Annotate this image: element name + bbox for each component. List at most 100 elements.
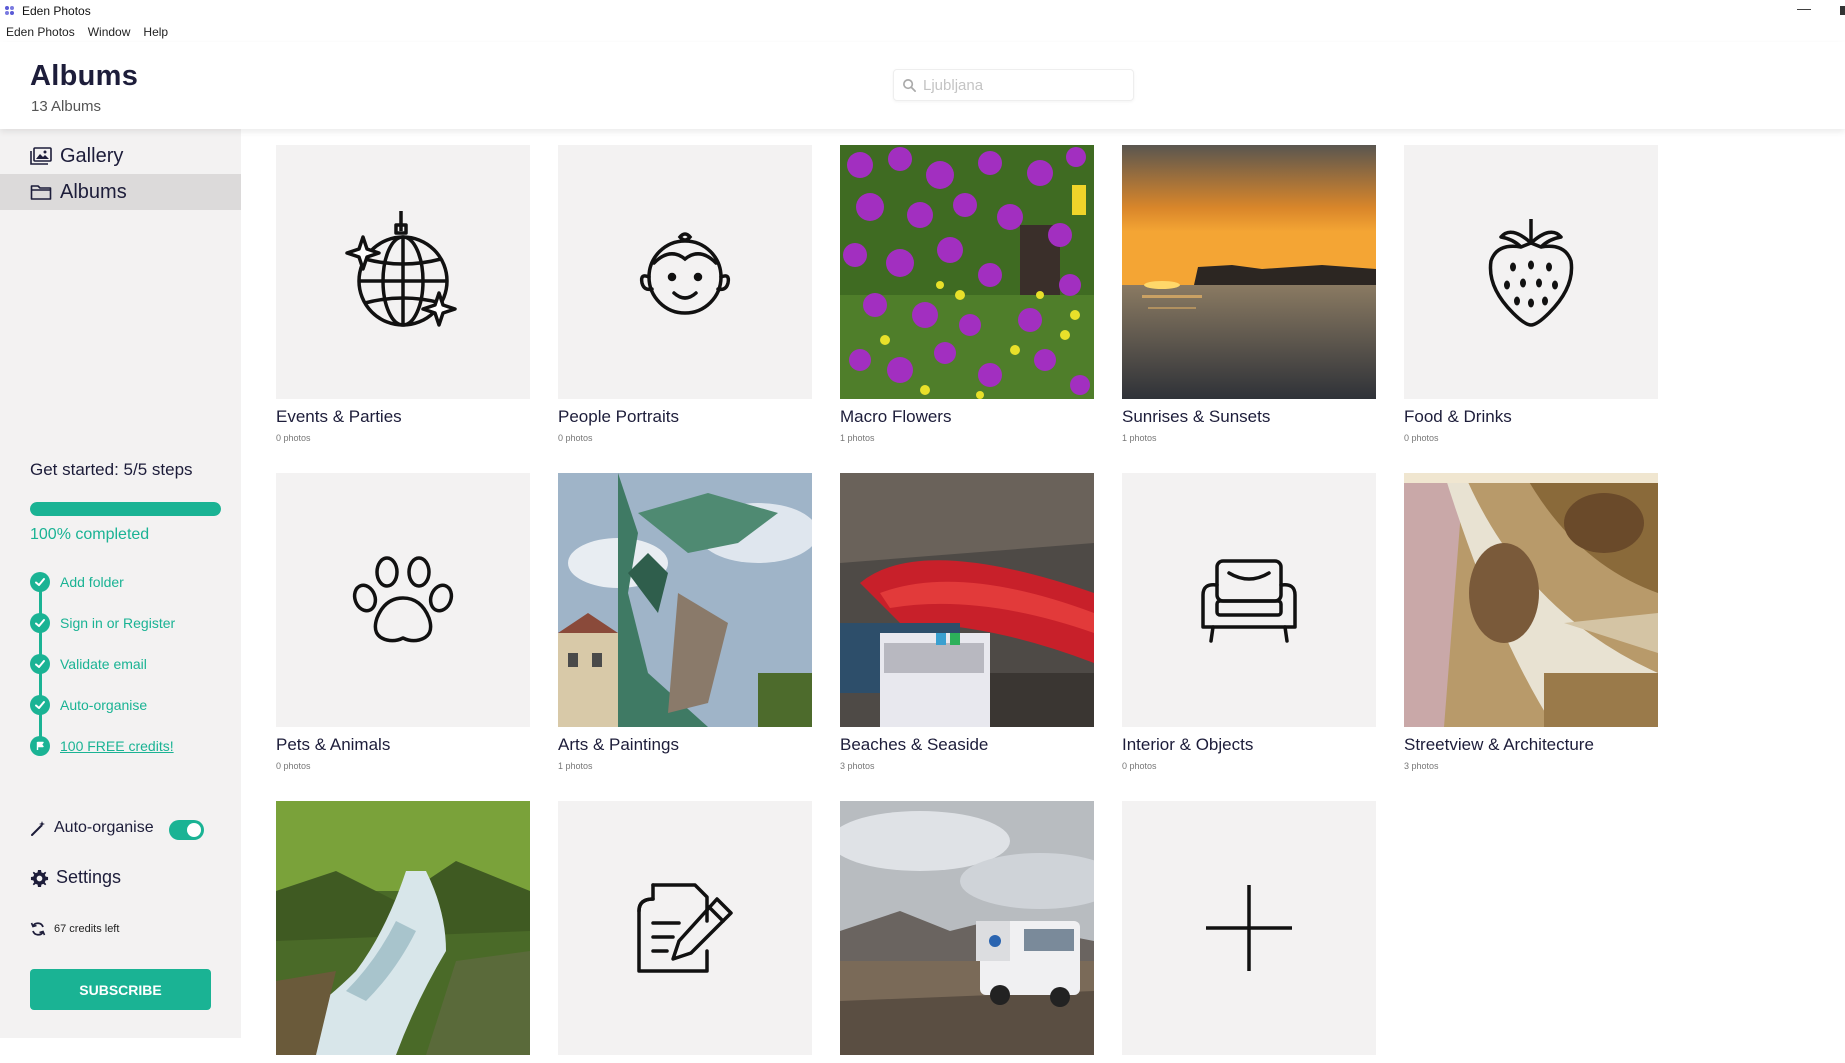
album-thumbnail bbox=[276, 145, 530, 399]
settings-label: Settings bbox=[56, 867, 122, 887]
menu-eden-photos[interactable]: Eden Photos bbox=[0, 22, 82, 42]
sidebar: Gallery Albums Get started: 5/5 steps 10… bbox=[0, 129, 241, 1038]
auto-organise-label: Auto-organise bbox=[54, 819, 154, 836]
get-started-title: Get started: 5/5 steps bbox=[30, 460, 193, 479]
album-photo-count: 0 photos bbox=[276, 761, 311, 771]
album-photo-count: 0 photos bbox=[558, 433, 593, 443]
credits-left-label: 67 credits left bbox=[54, 923, 120, 935]
strawberry-icon bbox=[1488, 219, 1574, 327]
page-header: Albums 13 Albums bbox=[0, 42, 1845, 129]
menu-bar: Eden Photos Window Help bbox=[0, 22, 175, 42]
progress-bar-fill bbox=[30, 502, 221, 516]
check-icon bbox=[30, 613, 50, 633]
album-beaches-seaside[interactable]: Beaches & Seaside 3 photos bbox=[840, 473, 1094, 771]
album-thumbnail bbox=[558, 145, 812, 399]
magic-wand-icon bbox=[31, 821, 45, 836]
album-interior-objects[interactable]: Interior & Objects 0 photos bbox=[1122, 473, 1376, 771]
disco-ball-icon bbox=[345, 211, 457, 327]
toggle-knob bbox=[187, 823, 201, 837]
album-photo-count: 1 photos bbox=[1122, 433, 1157, 443]
search-box[interactable] bbox=[893, 69, 1134, 101]
step-label: Add folder bbox=[60, 574, 124, 590]
album-count-subtitle: 13 Albums bbox=[31, 98, 102, 115]
album-arts-paintings[interactable]: Arts & Paintings 1 photos bbox=[558, 473, 812, 771]
auto-organise-toggle[interactable] bbox=[169, 820, 204, 840]
check-icon bbox=[30, 695, 50, 715]
page-title: Albums bbox=[30, 60, 139, 92]
auto-organise-row: Auto-organise bbox=[30, 817, 210, 841]
album-documents[interactable] bbox=[558, 801, 812, 1063]
album-streetview-architecture[interactable]: Streetview & Architecture 3 photos bbox=[1404, 473, 1658, 771]
armchair-icon bbox=[1201, 559, 1297, 643]
photo-baroque-ceiling bbox=[1404, 473, 1658, 727]
album-photo-count: 3 photos bbox=[840, 761, 875, 771]
app-logo-icon bbox=[5, 6, 14, 15]
subscribe-button[interactable]: SUBSCRIBE bbox=[30, 969, 211, 1010]
photo-dragon-statue bbox=[558, 473, 812, 727]
album-name: Macro Flowers bbox=[840, 407, 952, 426]
album-forest-river[interactable] bbox=[276, 801, 530, 1063]
document-edit-icon bbox=[637, 883, 733, 973]
gallery-icon bbox=[30, 147, 52, 165]
search-input[interactable] bbox=[923, 70, 1128, 100]
step-label: Auto-organise bbox=[60, 697, 148, 713]
sidebar-item-albums[interactable]: Albums bbox=[0, 174, 241, 210]
progress-bar bbox=[30, 502, 221, 516]
album-macro-flowers[interactable]: Macro Flowers 1 photos bbox=[840, 145, 1094, 443]
gear-icon bbox=[30, 869, 49, 888]
photo-sunset-sea bbox=[1122, 145, 1376, 399]
album-name: Interior & Objects bbox=[1122, 735, 1254, 754]
album-food-drinks[interactable]: Food & Drinks 0 photos bbox=[1404, 145, 1658, 443]
album-people-portraits[interactable]: People Portraits 0 photos bbox=[558, 145, 812, 443]
progress-text: 100% completed bbox=[30, 526, 150, 543]
child-face-icon bbox=[639, 232, 731, 315]
album-name: Pets & Animals bbox=[276, 735, 391, 754]
album-grid: Events & Parties 0 photos People Portrai… bbox=[241, 129, 1845, 1055]
folder-icon bbox=[30, 185, 52, 200]
album-thumbnail bbox=[1404, 145, 1658, 399]
album-photo-count: 1 photos bbox=[558, 761, 593, 771]
paw-icon bbox=[352, 556, 454, 643]
album-thumbnail bbox=[558, 801, 812, 1055]
album-photo-count: 1 photos bbox=[840, 433, 875, 443]
refresh-icon bbox=[30, 922, 46, 936]
album-photo-count: 3 photos bbox=[1404, 761, 1439, 771]
menu-help[interactable]: Help bbox=[137, 22, 175, 42]
album-photo-count: 0 photos bbox=[1404, 433, 1439, 443]
album-events-parties[interactable]: Events & Parties 0 photos bbox=[276, 145, 530, 443]
album-name: Arts & Paintings bbox=[558, 735, 679, 754]
window-edge bbox=[1840, 6, 1845, 15]
sidebar-item-label: Albums bbox=[60, 180, 127, 203]
search-icon bbox=[903, 79, 916, 92]
album-thumbnail bbox=[1122, 801, 1376, 1055]
album-name: Food & Drinks bbox=[1404, 407, 1512, 426]
photo-purple-flowers bbox=[840, 145, 1094, 399]
album-name: Beaches & Seaside bbox=[840, 735, 989, 754]
window-title: Eden Photos bbox=[22, 4, 91, 18]
step-label: Sign in or Register bbox=[60, 615, 176, 631]
album-name: Streetview & Architecture bbox=[1404, 735, 1594, 754]
menu-window[interactable]: Window bbox=[82, 22, 138, 42]
title-bar: Eden Photos — bbox=[0, 0, 1845, 22]
settings-button[interactable]: Settings bbox=[30, 866, 180, 892]
minimize-button[interactable]: — bbox=[1797, 1, 1811, 18]
free-credits-link[interactable]: 100 FREE credits! bbox=[60, 738, 174, 754]
album-truck-landscape[interactable] bbox=[840, 801, 1094, 1063]
check-icon bbox=[30, 572, 50, 592]
step-label: Validate email bbox=[60, 656, 147, 672]
album-name: Sunrises & Sunsets bbox=[1122, 407, 1271, 426]
flag-icon bbox=[30, 736, 50, 756]
photo-truck-landscape bbox=[840, 801, 1094, 1055]
photo-red-boat bbox=[840, 473, 1094, 727]
credits-row: 67 credits left bbox=[30, 919, 190, 939]
album-thumbnail bbox=[276, 473, 530, 727]
add-album-tile[interactable] bbox=[1122, 801, 1376, 1063]
plus-icon bbox=[1206, 885, 1292, 971]
album-sunrises-sunsets[interactable]: Sunrises & Sunsets 1 photos bbox=[1122, 145, 1376, 443]
album-pets-animals[interactable]: Pets & Animals 0 photos bbox=[276, 473, 530, 771]
album-name: Events & Parties bbox=[276, 407, 402, 426]
photo-forest-river bbox=[276, 801, 530, 1055]
check-icon bbox=[30, 654, 50, 674]
sidebar-item-gallery[interactable]: Gallery bbox=[0, 138, 241, 174]
sidebar-item-label: Gallery bbox=[60, 144, 124, 167]
